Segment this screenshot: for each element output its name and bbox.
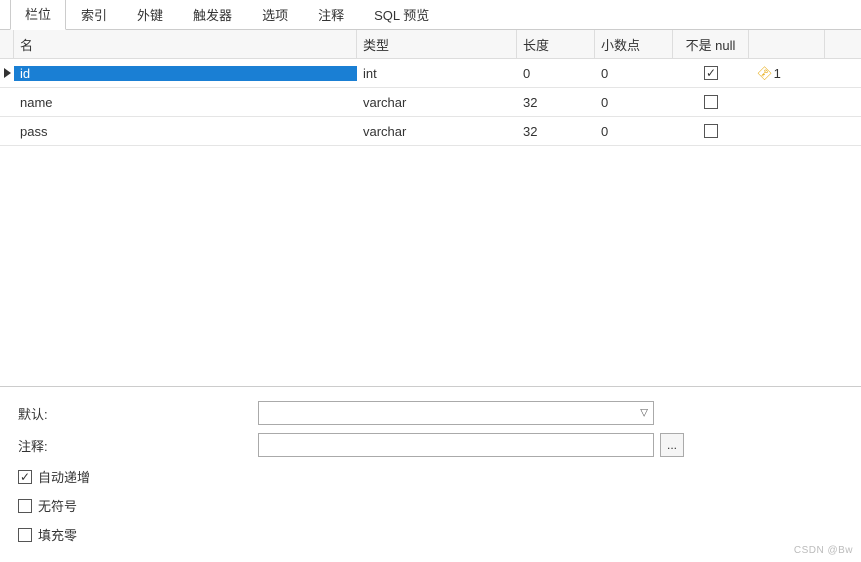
field-properties-panel: 默认: ▽ 注释: ... 自动递增 无符号 填充零 — [0, 386, 861, 562]
col-type-header[interactable]: 类型 — [357, 30, 517, 58]
notnull-checkbox[interactable] — [704, 66, 718, 80]
current-row-icon — [4, 68, 11, 78]
cell-notnull[interactable] — [673, 95, 749, 109]
col-notnull-header[interactable]: 不是 null — [673, 30, 749, 58]
key-icon: ⚿ — [755, 63, 775, 83]
col-key-header[interactable] — [749, 30, 825, 58]
cell-name[interactable]: pass — [14, 124, 357, 139]
auto-increment-label: 自动递增 — [38, 467, 90, 486]
cell-length[interactable]: 32 — [517, 124, 595, 139]
tab-1[interactable]: 索引 — [66, 0, 122, 30]
tab-0[interactable]: 栏位 — [10, 0, 66, 30]
cell-key[interactable]: ⚿1 — [749, 65, 825, 82]
tab-2[interactable]: 外键 — [122, 0, 178, 30]
comment-input[interactable] — [258, 433, 654, 457]
unsigned-label: 无符号 — [38, 496, 77, 515]
cell-decimals[interactable]: 0 — [595, 66, 673, 81]
table-row[interactable]: namevarchar320 — [0, 88, 861, 117]
tab-bar: 栏位索引外键触发器选项注释SQL 预览 — [0, 0, 861, 30]
unsigned-row[interactable]: 无符号 — [18, 496, 843, 515]
zerofill-checkbox[interactable] — [18, 528, 32, 542]
watermark: CSDN @Bw — [794, 545, 853, 556]
cell-name[interactable]: id — [14, 66, 357, 81]
auto-increment-row[interactable]: 自动递增 — [18, 467, 843, 486]
cell-decimals[interactable]: 0 — [595, 95, 673, 110]
comment-more-button[interactable]: ... — [660, 433, 684, 457]
cell-type[interactable]: varchar — [357, 95, 517, 110]
cell-type[interactable]: int — [357, 66, 517, 81]
key-index: 1 — [774, 66, 781, 81]
fields-grid: 名 类型 长度 小数点 不是 null idint00⚿1namevarchar… — [0, 30, 861, 146]
grid-header: 名 类型 长度 小数点 不是 null — [0, 30, 861, 59]
col-name-header[interactable]: 名 — [14, 30, 357, 58]
tab-6[interactable]: SQL 预览 — [359, 0, 444, 30]
zerofill-row[interactable]: 填充零 — [18, 525, 843, 544]
cell-decimals[interactable]: 0 — [595, 124, 673, 139]
tab-4[interactable]: 选项 — [247, 0, 303, 30]
tab-3[interactable]: 触发器 — [178, 0, 247, 30]
table-row[interactable]: idint00⚿1 — [0, 59, 861, 88]
col-decimals-header[interactable]: 小数点 — [595, 30, 673, 58]
unsigned-checkbox[interactable] — [18, 499, 32, 513]
default-row: 默认: ▽ — [18, 401, 843, 425]
tab-5[interactable]: 注释 — [303, 0, 359, 30]
zerofill-label: 填充零 — [38, 525, 77, 544]
col-marker-header — [0, 30, 14, 58]
notnull-checkbox[interactable] — [704, 95, 718, 109]
table-row[interactable]: passvarchar320 — [0, 117, 861, 146]
cell-length[interactable]: 32 — [517, 95, 595, 110]
comment-label: 注释: — [18, 436, 258, 455]
row-marker — [0, 68, 14, 78]
cell-name[interactable]: name — [14, 95, 357, 110]
comment-row: 注释: ... — [18, 433, 843, 457]
cell-length[interactable]: 0 — [517, 66, 595, 81]
auto-increment-checkbox[interactable] — [18, 470, 32, 484]
cell-type[interactable]: varchar — [357, 124, 517, 139]
default-select[interactable] — [258, 401, 654, 425]
notnull-checkbox[interactable] — [704, 124, 718, 138]
cell-notnull[interactable] — [673, 124, 749, 138]
cell-notnull[interactable] — [673, 66, 749, 80]
default-label: 默认: — [18, 404, 258, 423]
col-length-header[interactable]: 长度 — [517, 30, 595, 58]
